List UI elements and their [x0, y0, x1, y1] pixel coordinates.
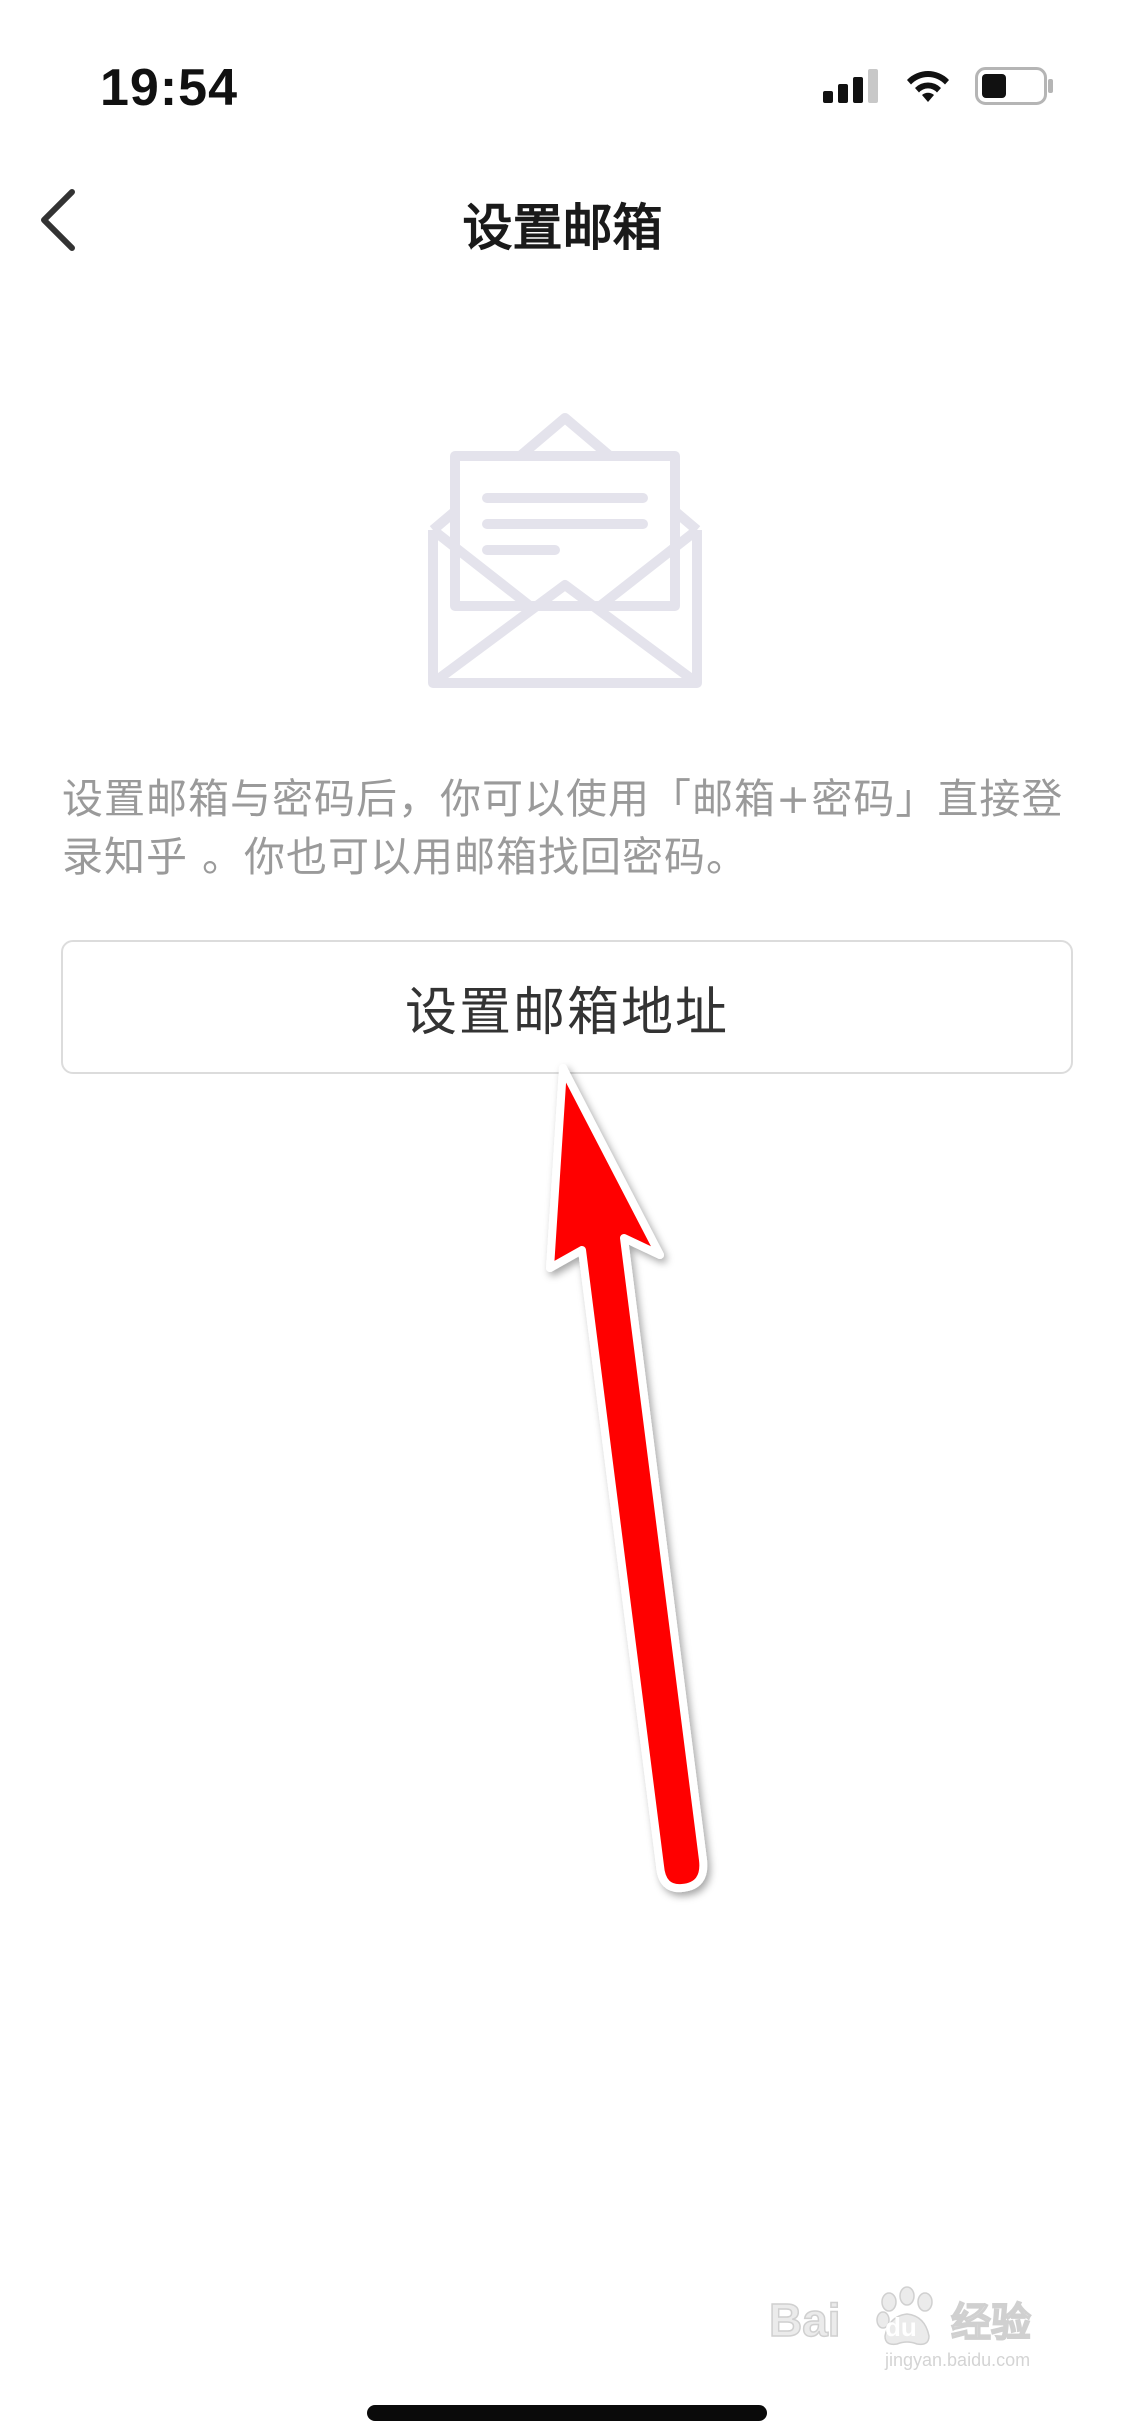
nav-bar: 设置邮箱 [0, 160, 1125, 280]
home-indicator[interactable] [367, 2405, 767, 2421]
svg-text:Bai: Bai [769, 2294, 841, 2346]
wifi-icon [907, 71, 949, 102]
battery-icon [975, 67, 1053, 105]
page-title: 设置邮箱 [462, 199, 663, 257]
status-time: 19:54 [100, 59, 238, 117]
signal-icon [823, 69, 878, 103]
status-bar: 19:54 [0, 0, 1125, 140]
baidu-jingyan-watermark: Bai du 经验 jingyan.baidu.com [768, 2286, 1032, 2370]
status-icons [823, 64, 1055, 108]
envelope-open-icon [428, 413, 702, 688]
svg-text:du: du [885, 2312, 917, 2342]
svg-text:jingyan.baidu.com: jingyan.baidu.com [884, 2350, 1030, 2370]
set-email-address-button[interactable]: 设置邮箱地址 [61, 940, 1073, 1074]
description-text: 设置邮箱与密码后，你可以使用「邮箱+密码」直接登录知乎 。你也可以用邮箱找回密码… [62, 775, 1064, 881]
svg-text:经验: 经验 [951, 2300, 1031, 2346]
red-arrow-icon [546, 1064, 708, 1893]
